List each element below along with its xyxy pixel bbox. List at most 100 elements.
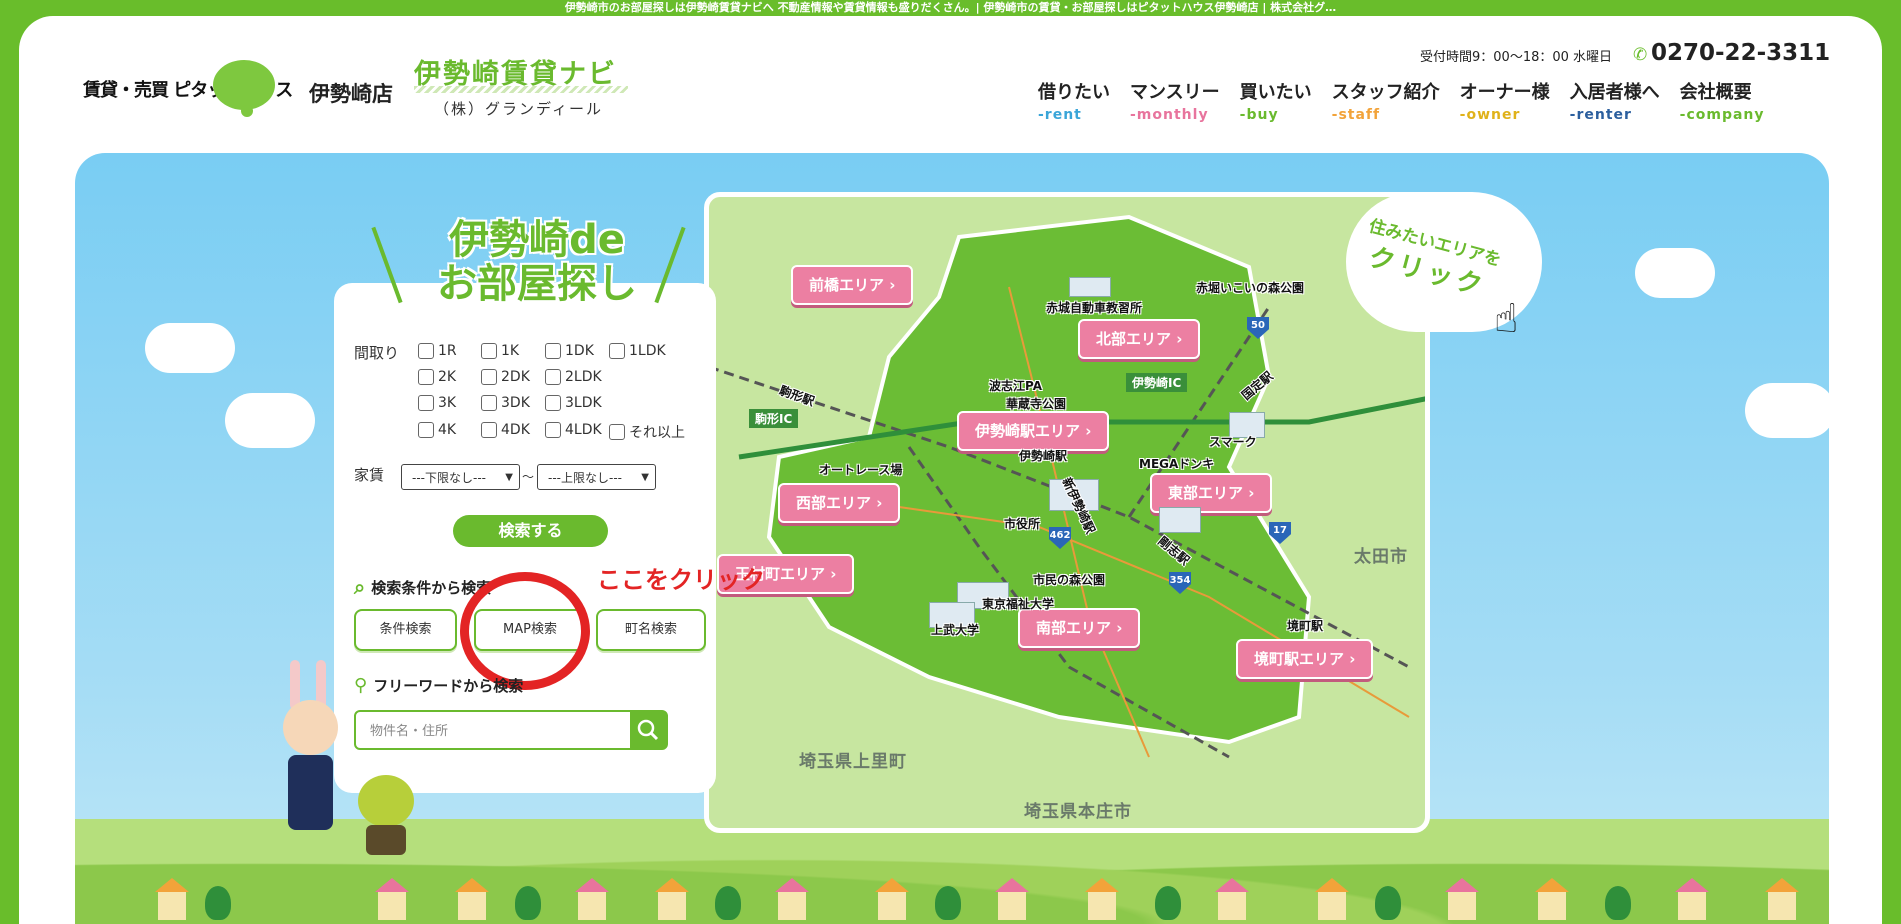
phone-number[interactable]: 0270-22-3311	[1651, 40, 1830, 66]
rent-max-select[interactable]: ---上限なし--- ▼	[537, 464, 656, 490]
madori-checkbox[interactable]: 3DK	[481, 395, 530, 411]
madori-checkbox[interactable]: 4LDK	[545, 422, 602, 438]
checkbox-label: 3LDK	[565, 395, 602, 411]
checkbox-label: 2DK	[501, 369, 530, 385]
nav-monthly[interactable]: マンスリー -monthly	[1130, 78, 1220, 123]
checkbox-label: 4K	[438, 422, 457, 438]
madori-checkbox[interactable]: 2K	[418, 369, 456, 385]
cloud-decoration	[145, 323, 235, 373]
house-decoration	[1535, 878, 1569, 920]
checkbox[interactable]	[418, 422, 434, 438]
madori-checkbox[interactable]: 1R	[418, 343, 457, 359]
madori-checkbox[interactable]: 1DK	[545, 343, 594, 359]
freeword-heading: ⚲ フリーワードから検索	[354, 675, 523, 696]
checkbox-label: 3DK	[501, 395, 530, 411]
checkbox-label: それ以上	[629, 425, 685, 441]
place-label: 市民の森公園	[1033, 573, 1106, 587]
nav-rent[interactable]: 借りたい -rent	[1038, 78, 1110, 123]
madori-checkbox[interactable]: 3LDK	[545, 395, 602, 411]
nav-sub: -buy	[1239, 107, 1279, 123]
checkbox[interactable]	[481, 422, 497, 438]
nav-renter[interactable]: 入居者様へ -renter	[1570, 78, 1660, 123]
checkbox[interactable]	[481, 343, 497, 359]
checkbox[interactable]	[609, 343, 625, 359]
cloud-decoration	[1635, 248, 1715, 298]
search-submit-button[interactable]: 検索する	[453, 515, 608, 547]
chevron-right-icon: ›	[1349, 650, 1356, 668]
checkbox[interactable]	[545, 369, 561, 385]
checkbox[interactable]	[545, 343, 561, 359]
nav-staff[interactable]: スタッフ紹介 -staff	[1332, 78, 1440, 123]
checkbox[interactable]	[418, 395, 434, 411]
area-label: 南部エリア	[1036, 619, 1112, 637]
logo-bubble-icon	[213, 60, 275, 110]
place-label: 境町駅	[1287, 619, 1324, 633]
checkbox[interactable]	[418, 343, 434, 359]
nav-buy[interactable]: 買いたい -buy	[1240, 78, 1312, 123]
area-isesaki-station-button[interactable]: 伊勢崎駅エリア ›	[957, 411, 1110, 451]
global-nav: 借りたい -rent マンスリー -monthly 買いたい -buy スタッフ紹介 -…	[1038, 78, 1765, 123]
nav-owner[interactable]: オーナー様 -owner	[1460, 78, 1550, 123]
nav-sub: -rent	[1038, 107, 1082, 123]
select-value: ---下限なし---	[412, 471, 486, 485]
tree-decoration	[935, 886, 961, 920]
freeword-heading-text: フリーワードから検索	[373, 677, 524, 695]
checkbox-label: 3K	[438, 395, 457, 411]
place-label: 華蔵寺公園	[1006, 397, 1067, 411]
ic-label: 駒形IC	[749, 409, 799, 428]
area-nanbu-button[interactable]: 南部エリア ›	[1018, 608, 1141, 648]
checkbox[interactable]	[418, 369, 434, 385]
madori-checkbox[interactable]: 1LDK	[609, 343, 666, 359]
madori-checkbox[interactable]: 3K	[418, 395, 456, 411]
nav-label: 借りたい	[1038, 82, 1110, 103]
rent-tilde: 〜	[522, 470, 535, 484]
rabbit-character	[278, 660, 346, 860]
house-decoration	[995, 878, 1029, 920]
area-label: 境町駅エリア	[1254, 650, 1345, 668]
chevron-right-icon: ›	[889, 276, 896, 294]
checkbox-label: 1LDK	[629, 343, 666, 359]
rent-label: 家賃	[354, 466, 385, 484]
pitat-house-logo[interactable]: 賃貸・売買 ピタットハウス	[83, 58, 298, 120]
checkbox[interactable]	[545, 395, 561, 411]
checkbox[interactable]	[481, 395, 497, 411]
house-decoration	[575, 878, 609, 920]
place-label: 伊勢崎駅	[1019, 449, 1068, 463]
cloud-decoration	[235, 403, 295, 443]
place-label: MEGAドンキ	[1139, 457, 1215, 471]
place-label: 上武大学	[931, 623, 980, 637]
place-label: スマーク	[1209, 435, 1257, 449]
madori-checkbox[interactable]: 4K	[418, 422, 456, 438]
search-title-line1: 伊勢崎de	[449, 217, 625, 263]
area-map[interactable]: 前橋エリア › 北部エリア › 伊勢崎駅エリア › 西部エリア › 東部エリア …	[704, 192, 1430, 833]
tree-decoration	[205, 886, 231, 920]
area-seibu-button[interactable]: 西部エリア ›	[778, 483, 901, 523]
freeword-box	[354, 710, 668, 750]
house-decoration	[1675, 878, 1709, 920]
nav-company[interactable]: 会社概要 -company	[1680, 78, 1765, 123]
logo-bubble-tail	[241, 105, 253, 117]
region-label: 埼玉県本庄市	[1024, 802, 1132, 822]
building-icon	[1159, 507, 1201, 533]
area-hokubu-button[interactable]: 北部エリア ›	[1078, 319, 1201, 359]
area-sakaimachi-button[interactable]: 境町駅エリア ›	[1236, 639, 1374, 679]
map-pin-icon: ⚲	[354, 675, 368, 696]
madori-checkbox[interactable]: それ以上	[609, 422, 685, 442]
place-label: 東京福祉大学	[982, 597, 1055, 611]
rent-min-select[interactable]: ---下限なし--- ▼	[401, 464, 520, 490]
freeword-search-button[interactable]	[630, 712, 666, 748]
place-label: 赤堀いこいの森公園	[1196, 281, 1305, 295]
freeword-input[interactable]	[356, 712, 622, 750]
checkbox[interactable]	[481, 369, 497, 385]
madori-checkbox[interactable]: 2DK	[481, 369, 530, 385]
madori-checkbox[interactable]: 1K	[481, 343, 519, 359]
area-maebashi-button[interactable]: 前橋エリア ›	[791, 265, 914, 305]
checkbox[interactable]	[609, 424, 625, 440]
condition-search-button[interactable]: 条件検索	[354, 609, 457, 651]
nav-label: マンスリー	[1130, 82, 1220, 103]
madori-checkbox[interactable]: 2LDK	[545, 369, 602, 385]
town-search-button[interactable]: 町名検索	[596, 609, 706, 651]
madori-checkbox[interactable]: 4DK	[481, 422, 530, 438]
nav-sub: -company	[1679, 107, 1765, 123]
checkbox[interactable]	[545, 422, 561, 438]
